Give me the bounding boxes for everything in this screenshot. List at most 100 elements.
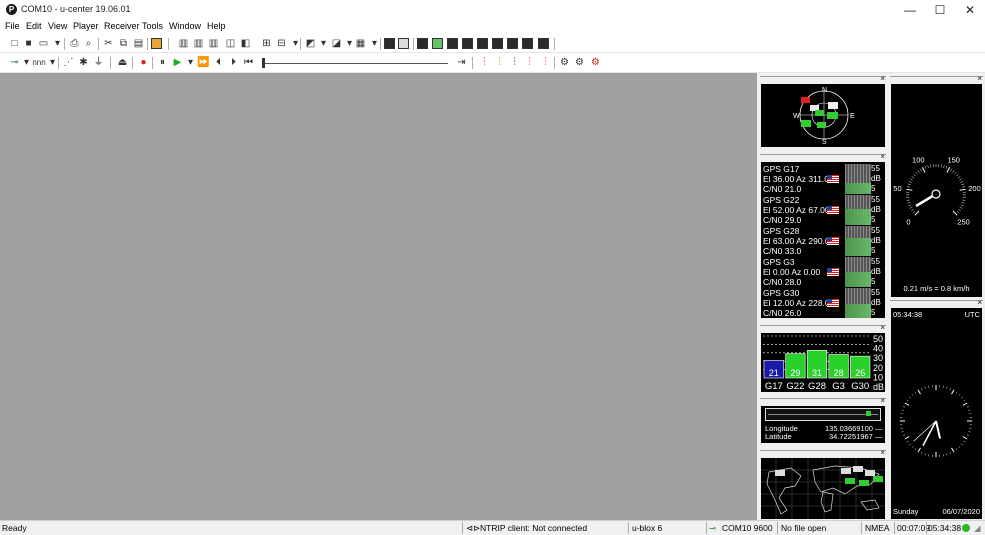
menu-player[interactable]: Player bbox=[73, 21, 99, 31]
signal-view-icon[interactable] bbox=[432, 38, 443, 49]
baudrate-label[interactable]: nnn bbox=[32, 56, 46, 69]
bar-y-tick: dB bbox=[873, 382, 884, 392]
binary-console-icon[interactable]: ▥ bbox=[192, 37, 205, 50]
signal-scale-label: dB bbox=[871, 236, 881, 245]
antenna-icon[interactable]: ⏚ bbox=[92, 56, 105, 69]
close-icon[interactable]: × bbox=[880, 396, 885, 405]
close-icon[interactable]: × bbox=[977, 298, 982, 307]
debug-icon[interactable]: ✱ bbox=[77, 56, 90, 69]
status-divider bbox=[861, 522, 862, 534]
record-icon[interactable]: ● bbox=[137, 56, 150, 69]
dropdown-arrow-icon[interactable]: ▾ bbox=[317, 37, 330, 50]
menu-file[interactable]: File bbox=[5, 21, 20, 31]
altimeter-icon[interactable] bbox=[522, 38, 533, 49]
toolbar-separator bbox=[132, 57, 133, 69]
histogram-view-icon[interactable]: ◪ bbox=[330, 37, 343, 50]
close-button[interactable]: ✕ bbox=[955, 0, 985, 20]
playback-slider-track[interactable] bbox=[262, 63, 448, 64]
us-flag-icon bbox=[827, 237, 839, 245]
menu-edit[interactable]: Edit bbox=[26, 21, 42, 31]
settings-gear-icon[interactable]: ⚙ bbox=[589, 56, 602, 69]
minimize-button[interactable]: — bbox=[895, 0, 925, 20]
receiver-config-icon[interactable] bbox=[151, 38, 162, 49]
toolbar-separator bbox=[147, 38, 148, 50]
message-list-icon[interactable]: ⫶ bbox=[539, 56, 552, 69]
speedometer-header[interactable]: × bbox=[890, 74, 983, 83]
mdi-workspace[interactable] bbox=[0, 73, 757, 520]
world-map-header[interactable]: × bbox=[760, 448, 886, 457]
compass-icon[interactable] bbox=[462, 38, 473, 49]
copy-icon[interactable]: ⧉ bbox=[117, 37, 130, 50]
dropdown-arrow-icon[interactable]: ▾ bbox=[184, 56, 197, 69]
signal-bars-header[interactable]: × bbox=[760, 323, 886, 332]
message-v-icon[interactable]: ⫶ bbox=[493, 56, 506, 69]
playback-slider-thumb[interactable] bbox=[262, 58, 265, 68]
menu-receiver[interactable]: Receiver bbox=[104, 21, 140, 31]
satellite-icon[interactable] bbox=[538, 38, 549, 49]
autobauding-icon[interactable]: ⋰ bbox=[62, 56, 75, 69]
clock-header[interactable]: × bbox=[890, 298, 983, 307]
open-folder-icon[interactable]: ▭ bbox=[37, 37, 50, 50]
statistic-view-icon[interactable]: ⊟ bbox=[275, 37, 288, 50]
eject-icon[interactable]: ⏏ bbox=[116, 56, 129, 69]
menu-view[interactable]: View bbox=[48, 21, 67, 31]
settings-gear-icon[interactable]: ⚙ bbox=[573, 56, 586, 69]
signal-meter bbox=[845, 257, 871, 287]
deviation-map-icon[interactable] bbox=[398, 38, 409, 49]
data-view-icon[interactable] bbox=[477, 38, 488, 49]
split-view-icon[interactable]: ◫ bbox=[224, 37, 237, 50]
paste-icon[interactable]: ▤ bbox=[132, 37, 145, 50]
close-icon[interactable]: × bbox=[977, 74, 982, 83]
go-to-end-icon[interactable]: ⇥ bbox=[455, 56, 468, 69]
clock-icon[interactable] bbox=[507, 38, 518, 49]
sky-view-header[interactable]: × bbox=[760, 74, 886, 83]
message-filter-icon[interactable]: ⫶ bbox=[523, 56, 536, 69]
docked-view-icon[interactable]: ◧ bbox=[239, 37, 252, 50]
camera-view-icon[interactable] bbox=[384, 38, 395, 49]
clock-tick bbox=[901, 409, 904, 411]
cut-icon[interactable]: ✂ bbox=[102, 37, 115, 50]
close-icon[interactable]: × bbox=[880, 152, 885, 161]
pause-icon[interactable]: ⏸ bbox=[156, 56, 169, 69]
print-preview-icon[interactable]: ⌕ bbox=[82, 37, 95, 50]
us-flag-icon bbox=[827, 268, 839, 276]
menu-window[interactable]: Window bbox=[169, 21, 201, 31]
dropdown-arrow-icon[interactable]: ▾ bbox=[51, 37, 64, 50]
position-header[interactable]: × bbox=[760, 396, 886, 405]
step-forward-icon[interactable]: ⏵ bbox=[227, 56, 240, 69]
speed-tick bbox=[954, 171, 957, 175]
close-icon[interactable]: × bbox=[880, 323, 885, 332]
speedometer-icon[interactable] bbox=[492, 38, 503, 49]
bar-y-tick: 30 bbox=[873, 353, 883, 363]
clock-tick bbox=[963, 440, 966, 443]
save-icon[interactable]: ■ bbox=[22, 37, 35, 50]
rewind-start-icon[interactable]: ⏮ bbox=[242, 56, 255, 69]
table-view-icon[interactable]: ⊞ bbox=[260, 37, 273, 50]
resize-grip-icon[interactable]: ◢ bbox=[974, 523, 981, 534]
status-ntrip[interactable]: NTRIP client: Not connected bbox=[480, 523, 587, 533]
sky-view-panel: N S E W bbox=[761, 84, 885, 147]
signal-list-header[interactable]: × bbox=[760, 152, 886, 161]
signal-cn0: C/N0 28.0 bbox=[763, 277, 802, 287]
text-console-icon[interactable]: ▥ bbox=[207, 37, 220, 50]
world-map-icon[interactable] bbox=[447, 38, 458, 49]
fast-forward-icon[interactable]: ⏩ bbox=[197, 56, 210, 69]
packet-console-icon[interactable]: ▥ bbox=[177, 37, 190, 50]
chart-view-icon[interactable]: ◩ bbox=[304, 37, 317, 50]
sky-view-icon[interactable] bbox=[417, 38, 428, 49]
message-c-icon[interactable]: ⫶ bbox=[508, 56, 521, 69]
close-icon[interactable]: × bbox=[880, 448, 885, 457]
message-h-icon[interactable]: ⫶ bbox=[478, 56, 491, 69]
print-icon[interactable]: ⎙ bbox=[68, 37, 81, 50]
menu-tools[interactable]: Tools bbox=[142, 21, 163, 31]
settings-gear-icon[interactable]: ⚙ bbox=[558, 56, 571, 69]
new-file-icon[interactable]: □ bbox=[8, 37, 21, 50]
menu-help[interactable]: Help bbox=[207, 21, 226, 31]
maximize-button[interactable]: ☐ bbox=[925, 0, 955, 20]
play-icon[interactable]: ▶ bbox=[171, 56, 184, 69]
step-back-icon[interactable]: ⏴ bbox=[212, 56, 225, 69]
ntrip-icon[interactable]: ⊲⊳ bbox=[466, 523, 480, 534]
map-view-icon[interactable]: ▦ bbox=[354, 37, 367, 50]
signal-name: GPS G3 bbox=[763, 257, 795, 267]
close-icon[interactable]: × bbox=[880, 74, 885, 83]
